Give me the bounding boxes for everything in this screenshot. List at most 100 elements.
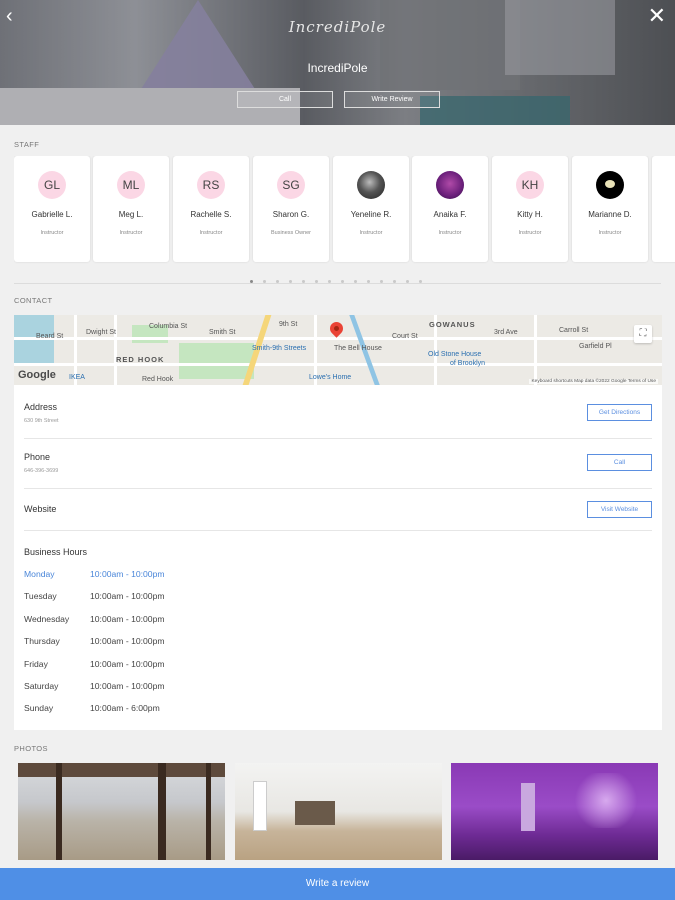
map-label: Old Stone House: [428, 351, 482, 358]
avatar: KH: [516, 171, 544, 199]
hours-day: Sunday: [24, 703, 54, 714]
business-hours-list: Monday 10:00am - 10:00pm Tuesday 10:00am -…: [24, 569, 165, 726]
contact-section-label: CONTACT: [14, 296, 53, 305]
hours-day: Monday: [24, 569, 55, 579]
staff-name: Yeneline R.: [350, 210, 392, 219]
hours-day: Wednesday: [24, 613, 70, 624]
hours-day: Friday: [24, 658, 48, 669]
google-logo: Google: [18, 369, 56, 381]
staff-name: Gabrielle L.: [31, 210, 73, 219]
address-row: Address 630 9th Street Get Directions: [24, 402, 652, 424]
photo-decor: [521, 783, 535, 831]
staff-role: Instructor: [359, 230, 383, 236]
staff-role: Instructor: [40, 230, 64, 236]
map-label: RED HOOK: [116, 355, 165, 364]
staff-card[interactable]: RS Rachelle S. Instructor: [173, 156, 249, 262]
hero-banner: ‹ ✕ IncrediPole IncrediPole Call Write R…: [0, 0, 675, 125]
map-road: [114, 315, 117, 385]
staff-card[interactable]: Marianne D. Instructor: [572, 156, 648, 262]
map-label: IKEA: [69, 374, 85, 381]
map-label: Smith St: [209, 329, 236, 336]
map-road: [14, 337, 662, 340]
get-directions-button[interactable]: Get Directions: [587, 404, 652, 421]
business-logo: IncrediPole: [288, 18, 387, 36]
divider: [24, 438, 652, 439]
map-label: Carroll St: [559, 327, 589, 334]
carousel-page-indicator: [250, 270, 432, 288]
studio-photo[interactable]: [18, 763, 225, 860]
phone-label: Phone: [24, 452, 51, 462]
staff-card[interactable]: KH Kitty H. Instructor: [492, 156, 568, 262]
staff-role: Instructor: [199, 230, 223, 236]
hero-write-review-button[interactable]: Write Review: [344, 91, 440, 108]
divider: [24, 530, 652, 531]
hours-row: Tuesday 10:00am - 10:00pm: [24, 591, 165, 613]
map-label: 9th St: [279, 321, 298, 328]
staff-name: Rachelle S.: [190, 210, 232, 219]
avatar-photo: [596, 171, 624, 199]
staff-card-partial[interactable]: [652, 156, 675, 262]
staff-card[interactable]: SG Sharon G. Business Owner: [253, 156, 329, 262]
map-road: [14, 363, 662, 366]
map-label: Smith-9th Streets: [252, 345, 307, 352]
staff-card[interactable]: ML Meg L. Instructor: [93, 156, 169, 262]
map-label: Red Hook: [142, 376, 174, 383]
avatar: GL: [38, 171, 66, 199]
map-attribution[interactable]: Keyboard shortcuts Map data ©2022 Google…: [529, 379, 658, 384]
photo-decor: [571, 773, 641, 828]
photo-decor: [206, 763, 211, 860]
staff-name: Sharon G.: [272, 210, 310, 219]
studio-photo[interactable]: [451, 763, 658, 860]
avatar: RS: [197, 171, 225, 199]
staff-section-label: STAFF: [14, 140, 40, 149]
call-button[interactable]: Call: [587, 454, 652, 471]
map-label: Garfield Pl: [579, 343, 612, 350]
visit-website-button[interactable]: Visit Website: [587, 501, 652, 518]
hours-day: Thursday: [24, 636, 60, 647]
map-road: [534, 315, 537, 385]
map-label: 3rd Ave: [494, 329, 518, 336]
photo-decor: [295, 801, 335, 825]
staff-card[interactable]: Anaika F. Instructor: [412, 156, 488, 262]
hours-time: 10:00am - 10:00pm: [90, 658, 165, 669]
photos-section-label: PHOTOS: [14, 744, 48, 753]
staff-role: Instructor: [438, 230, 462, 236]
staff-role: Instructor: [119, 230, 143, 236]
staff-role: Business Owner: [270, 230, 312, 236]
photo-decor: [158, 763, 166, 860]
staff-card[interactable]: Yeneline R. Instructor: [333, 156, 409, 262]
business-name: IncrediPole: [307, 61, 368, 75]
staff-name: Marianne D.: [588, 210, 632, 219]
hours-row: Sunday 10:00am - 6:00pm: [24, 703, 165, 725]
business-hours-title: Business Hours: [24, 547, 88, 557]
hours-time: 10:00am - 10:00pm: [90, 680, 165, 691]
staff-name: Anaika F.: [433, 210, 467, 219]
studio-photo[interactable]: [235, 763, 442, 860]
map-pin-icon[interactable]: [327, 319, 346, 338]
divider: [14, 283, 661, 284]
hours-time: 10:00am - 6:00pm: [90, 703, 160, 714]
location-map[interactable]: RED HOOK GOWANUS Smith-9th Streets The B…: [14, 315, 662, 385]
staff-name: Meg L.: [118, 210, 144, 219]
map-label: Court St: [392, 333, 418, 340]
map-label: Lowe's Home: [309, 374, 352, 381]
staff-carousel[interactable]: GL Gabrielle L. Instructor ML Meg L. Ins…: [14, 156, 675, 264]
website-row: Website Visit Website: [24, 501, 652, 518]
photo-decor: [253, 781, 267, 831]
write-review-button[interactable]: Write a review: [0, 868, 675, 900]
hours-day: Tuesday: [24, 591, 57, 602]
hours-time: 10:00am - 10:00pm: [90, 636, 165, 647]
avatar-photo: [436, 171, 464, 199]
staff-card[interactable]: GL Gabrielle L. Instructor: [14, 156, 90, 262]
map-label: GOWANUS: [429, 320, 476, 329]
hours-row: Monday 10:00am - 10:00pm: [24, 569, 165, 591]
staff-role: Instructor: [518, 230, 542, 236]
fullscreen-icon[interactable]: ⛶: [634, 325, 652, 343]
map-label: Beard St: [36, 333, 64, 340]
website-label: Website: [24, 504, 57, 514]
contact-card: Address 630 9th Street Get Directions Ph…: [14, 385, 662, 730]
hero-call-button[interactable]: Call: [237, 91, 333, 108]
phone-value: 646-396-3699: [24, 468, 59, 474]
avatar: SG: [277, 171, 305, 199]
hours-time: 10:00am - 10:00pm: [90, 591, 165, 602]
